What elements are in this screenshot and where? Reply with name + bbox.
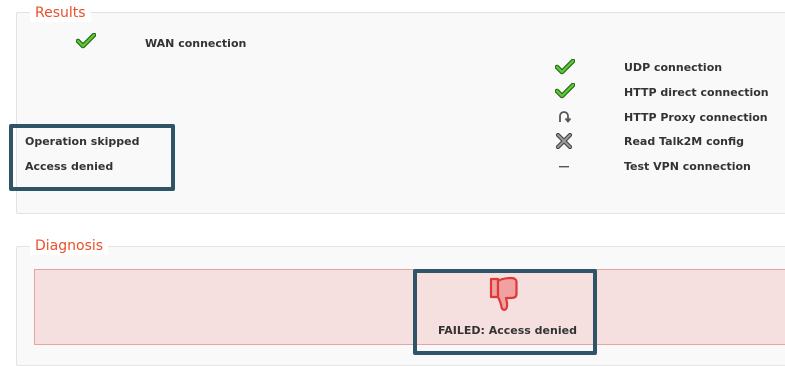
check-label-http-proxy: HTTP Proxy connection	[624, 111, 768, 124]
results-legend: Results	[30, 4, 91, 22]
check-label-http-direct: HTTP direct connection	[624, 86, 769, 99]
check-label-udp: UDP connection	[624, 61, 723, 74]
wan-connection-label: WAN connection	[145, 37, 247, 50]
highlight-box-key	[9, 124, 175, 191]
check-icon	[76, 33, 96, 49]
failure-panel	[34, 269, 785, 345]
diagnosis-legend: Diagnosis	[30, 237, 109, 255]
highlight-box-diagnosis	[413, 269, 597, 355]
skip-icon	[559, 111, 571, 123]
check-icon	[555, 59, 575, 75]
cross-icon	[555, 133, 573, 149]
check-label-test-vpn: Test VPN connection	[624, 160, 751, 173]
dash-icon	[559, 166, 569, 168]
check-label-read-talk2m: Read Talk2M config	[624, 135, 745, 148]
check-icon	[555, 83, 575, 99]
